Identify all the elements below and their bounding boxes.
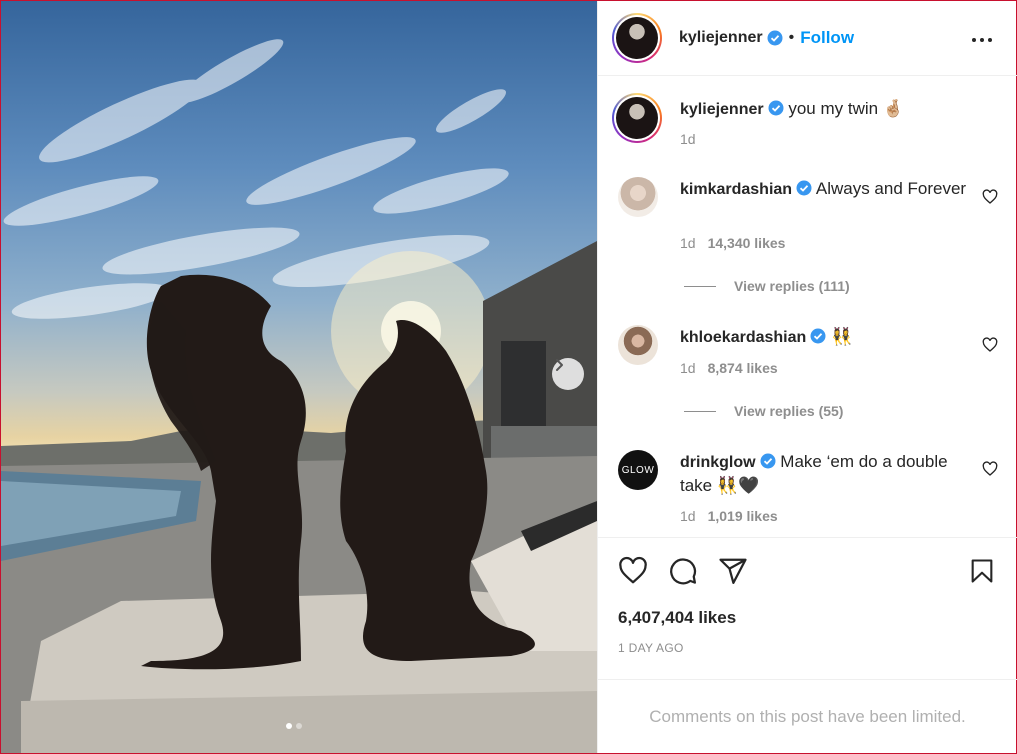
comment-text: 👯‍♀️ — [831, 327, 853, 346]
comment-text: Always and Forever — [815, 179, 967, 198]
comments-list[interactable]: kyliejenner you my twin 🤞🏼 1d kimkardash… — [598, 77, 1017, 537]
post-header: kyliejenner • Follow — [598, 1, 1017, 76]
commenter-avatar[interactable] — [618, 325, 658, 365]
heart-icon[interactable] — [982, 461, 998, 477]
carousel-dot — [286, 723, 292, 729]
share-icon[interactable] — [718, 556, 748, 586]
verified-icon — [796, 180, 812, 196]
caption-text: you my twin 🤞🏼 — [788, 99, 904, 118]
comment-time: 1d — [680, 508, 696, 524]
heart-icon[interactable] — [618, 556, 648, 586]
comment-meta: 1d 8,874 likes — [680, 360, 778, 376]
comment-icon[interactable] — [668, 556, 698, 586]
post-media[interactable] — [1, 1, 597, 753]
commenter-avatar[interactable]: GLOW — [618, 450, 658, 490]
heart-icon[interactable] — [982, 337, 998, 353]
view-replies-label: View replies (111) — [734, 278, 850, 294]
verified-icon — [760, 453, 776, 469]
chevron-right-icon — [556, 359, 563, 371]
caption: kyliejenner you my twin 🤞🏼 — [680, 97, 970, 121]
replies-line — [684, 410, 716, 412]
comment-time: 1d — [680, 235, 696, 251]
likes-count[interactable]: 6,407,404 likes — [618, 608, 736, 628]
header-separator: • — [788, 29, 795, 46]
view-replies-label: View replies (55) — [734, 403, 844, 419]
comment: khloekardashian 👯‍♀️ — [680, 325, 970, 349]
verified-icon — [768, 100, 784, 116]
caption-time: 1d — [680, 131, 696, 147]
comment-meta: 1d 14,340 likes — [680, 235, 785, 251]
more-options-icon[interactable] — [971, 29, 993, 51]
comment-meta: 1d 1,019 likes — [680, 508, 778, 524]
comment-username[interactable]: drinkglow — [680, 454, 756, 471]
comment-username[interactable]: khloekardashian — [680, 329, 806, 346]
post-details-panel: kyliejenner • Follow kyliejenner you my … — [597, 1, 1017, 753]
next-photo-button[interactable] — [552, 358, 584, 390]
comment-username[interactable]: kimkardashian — [680, 181, 792, 198]
comment-likes[interactable]: 1,019 likes — [708, 508, 778, 524]
comment-likes[interactable]: 8,874 likes — [708, 360, 778, 376]
author-avatar[interactable] — [612, 13, 662, 63]
post-date: 1 DAY AGO — [618, 641, 684, 655]
post-actions: 6,407,404 likes 1 DAY AGO — [598, 537, 1017, 678]
glow-logo: GLOW — [621, 464, 655, 476]
view-replies-button[interactable]: View replies (55) — [684, 403, 843, 419]
verified-icon — [810, 328, 826, 344]
carousel-indicator — [286, 723, 302, 729]
comment-likes[interactable]: 14,340 likes — [708, 235, 786, 251]
verified-icon — [767, 30, 783, 46]
caption-avatar[interactable] — [612, 93, 662, 143]
comment-time: 1d — [680, 360, 696, 376]
heart-icon[interactable] — [982, 189, 998, 205]
commenter-avatar[interactable] — [618, 177, 658, 217]
view-replies-button[interactable]: View replies (111) — [684, 278, 850, 294]
follow-button[interactable]: Follow — [800, 28, 854, 48]
comment: kimkardashian Always and Forever — [680, 177, 970, 201]
replies-line — [684, 285, 716, 287]
post-photo — [1, 39, 597, 753]
carousel-dot — [296, 723, 302, 729]
comment: drinkglow Make ‘em do a double take 👯‍♀️… — [680, 450, 970, 497]
author-username[interactable]: kyliejenner — [679, 29, 763, 47]
save-icon[interactable] — [968, 556, 996, 586]
caption-username[interactable]: kyliejenner — [680, 101, 764, 118]
comments-limited-notice: Comments on this post have been limited. — [598, 679, 1017, 753]
